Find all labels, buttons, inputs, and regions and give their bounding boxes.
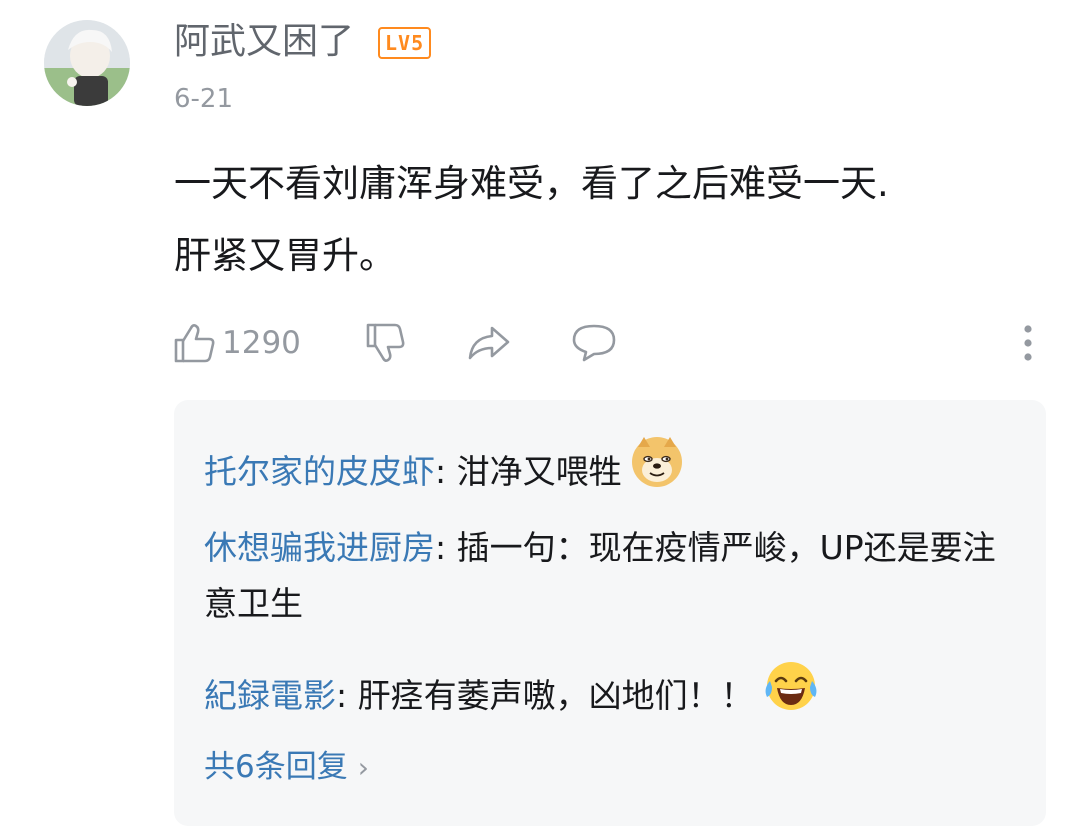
reply-separator: :	[336, 676, 358, 715]
comment-timestamp: 6-21	[174, 84, 234, 114]
comment-text: 一天不看刘庸浑身难受，看了之后难受一天. 肝紧又胃升。	[174, 148, 1054, 292]
reply-separator: :	[435, 528, 457, 567]
avatar[interactable]	[44, 20, 130, 106]
reply-text: 肝痉有萎声嗷，凶地们！！	[357, 676, 754, 715]
like-count: 1290	[222, 325, 301, 361]
reply-button[interactable]	[570, 318, 618, 368]
comment-bubble-icon	[572, 324, 616, 362]
avatar-image	[44, 20, 130, 106]
view-all-replies-label: 共6条回复	[204, 749, 348, 785]
laughing-tears-emoji	[762, 659, 820, 730]
reply-separator: :	[435, 452, 457, 491]
level-badge: LV5	[378, 27, 432, 59]
thumbs-up-icon	[174, 324, 215, 363]
reply-item: 休想骗我进厨房: 插一句：现在疫情严峻，UP还是要注意卫生	[204, 520, 1014, 632]
reply-author[interactable]: 托尔家的皮皮虾	[204, 452, 435, 491]
comment-text-line-2: 肝紧又胃升。	[174, 234, 396, 277]
more-options-button[interactable]	[1018, 318, 1038, 368]
share-button[interactable]	[466, 318, 512, 368]
chevron-right-icon: ›	[357, 751, 369, 784]
reply-author[interactable]: 休想骗我进厨房	[204, 528, 435, 567]
vertical-ellipsis-icon	[1024, 325, 1032, 361]
reply-item: 托尔家的皮皮虾: 泔净又喂牲	[204, 435, 1014, 509]
reply-item: 紀録電影: 肝痉有萎声嗷，凶地们！！	[204, 662, 1014, 733]
view-all-replies-link[interactable]: 共6条回复 ›	[204, 742, 369, 793]
reply-text: 泔净又喂牲	[456, 452, 622, 491]
thumbs-down-icon	[366, 323, 405, 362]
replies-preview: 托尔家的皮皮虾: 泔净又喂牲 休想骗我进厨房: 插一句：现在疫情严峻，UP还是要…	[174, 400, 1046, 826]
dislike-button[interactable]	[362, 318, 408, 368]
comment-text-line-1: 一天不看刘庸浑身难受，看了之后难受一天.	[174, 162, 889, 205]
like-button[interactable]: 1290	[172, 318, 301, 368]
reply-author[interactable]: 紀録電影	[204, 676, 336, 715]
username[interactable]: 阿武又困了	[174, 20, 354, 64]
comment-action-bar: 1290	[172, 318, 1042, 368]
share-icon	[468, 326, 510, 360]
doge-emoji	[630, 435, 684, 506]
